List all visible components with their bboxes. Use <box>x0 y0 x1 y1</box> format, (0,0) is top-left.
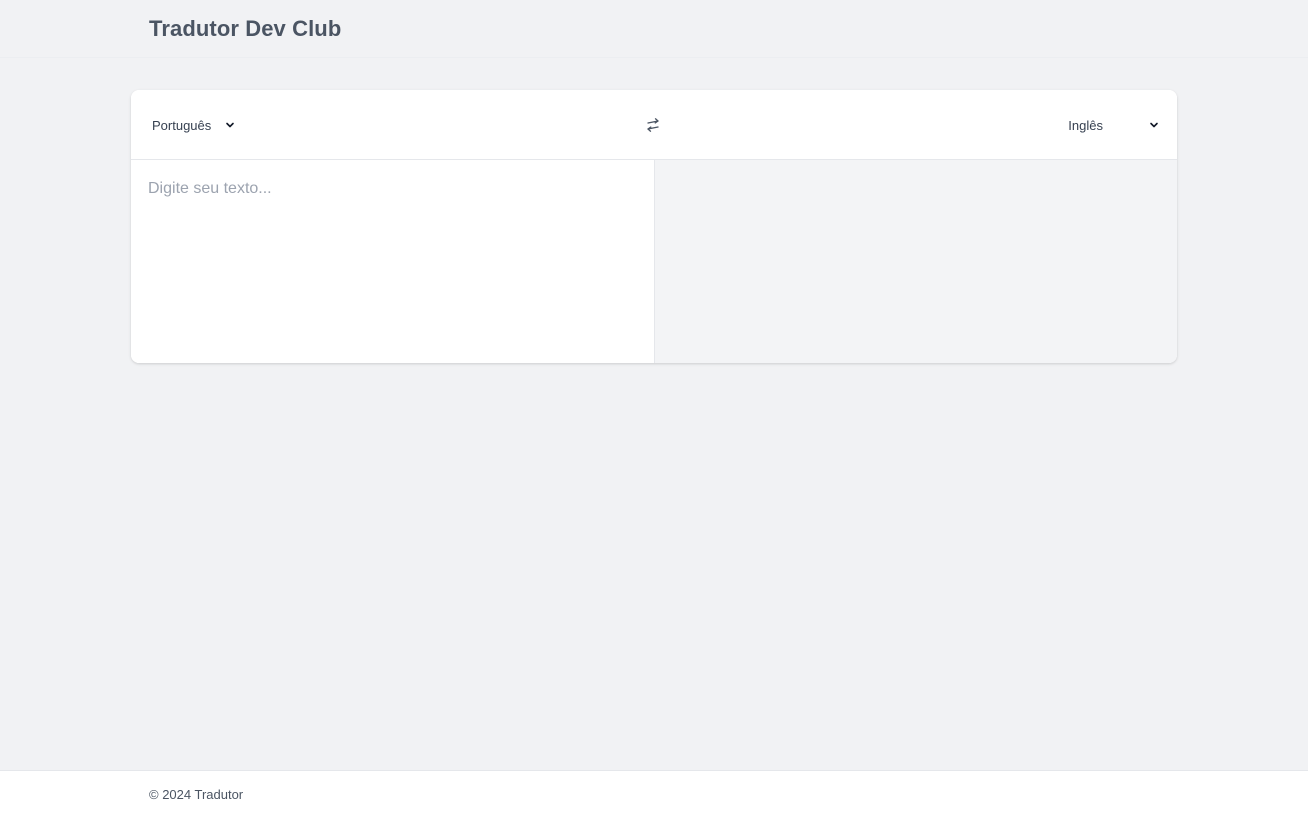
source-language-select[interactable]: Português <box>152 112 235 138</box>
translator-card: Português Inglês <box>131 90 1177 363</box>
page-title: Tradutor Dev Club <box>149 16 342 41</box>
target-language-label: Inglês <box>1068 117 1103 133</box>
source-text-pane <box>131 160 654 363</box>
chevron-down-icon <box>1150 122 1158 128</box>
footer-copyright: © 2024 Tradutor <box>149 787 244 802</box>
source-language-label: Português <box>152 117 212 133</box>
target-language-select[interactable]: Inglês <box>1068 112 1159 138</box>
swap-arrows-icon <box>647 118 659 132</box>
chevron-down-icon <box>226 122 235 128</box>
swap-languages-button[interactable] <box>642 114 664 136</box>
app-header: Tradutor Dev Club <box>0 0 1308 58</box>
page-footer: © 2024 Tradutor <box>0 770 1308 816</box>
source-text-input[interactable] <box>131 160 654 363</box>
translation-output-pane <box>654 160 1177 363</box>
language-toolbar: Português Inglês <box>131 90 1177 160</box>
